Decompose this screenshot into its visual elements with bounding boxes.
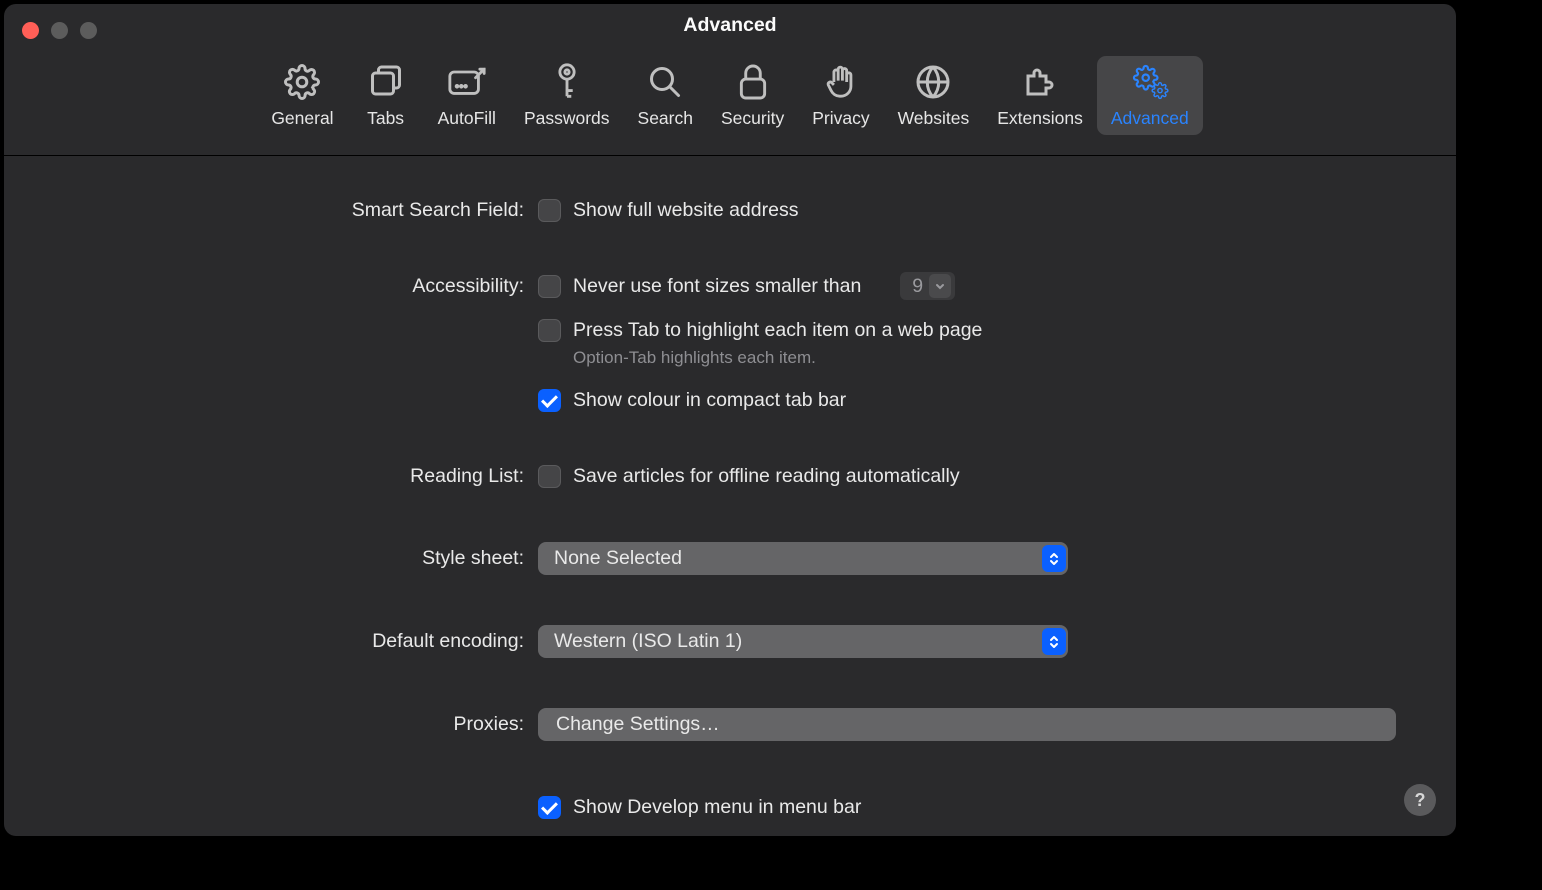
tab-passwords[interactable]: Passwords — [510, 56, 624, 135]
tab-label: Extensions — [997, 108, 1083, 129]
titlebar: Advanced — [4, 4, 1456, 50]
checkbox-save-offline[interactable] — [538, 465, 561, 488]
popup-value: Western (ISO Latin 1) — [554, 630, 742, 653]
gears-icon — [1130, 62, 1170, 102]
row-default-encoding: Default encoding: Western (ISO Latin 1) — [64, 625, 1396, 658]
tab-label: Privacy — [812, 108, 869, 129]
row-develop: Show Develop menu in menu bar — [64, 791, 1396, 823]
tab-search[interactable]: Search — [624, 56, 707, 135]
content-area: Smart Search Field: Show full website ad… — [4, 156, 1456, 836]
tab-label: Advanced — [1111, 108, 1189, 129]
checkbox-label: Press Tab to highlight each item on a we… — [573, 319, 982, 342]
tab-security[interactable]: Security — [707, 56, 798, 135]
row-proxies: Proxies: Change Settings… — [64, 708, 1396, 741]
search-icon — [645, 62, 685, 102]
checkbox-show-develop[interactable] — [538, 796, 561, 819]
tab-general[interactable]: General — [257, 56, 347, 135]
tabs-icon — [366, 62, 406, 102]
tab-label: General — [271, 108, 333, 129]
font-size-value: 9 — [912, 275, 923, 298]
row-style-sheet: Style sheet: None Selected — [64, 542, 1396, 575]
style-sheet-popup[interactable]: None Selected — [538, 542, 1068, 575]
row-reading-list: Reading List: Save articles for offline … — [64, 460, 1396, 492]
popup-value: None Selected — [554, 547, 682, 570]
lock-icon — [733, 62, 773, 102]
default-encoding-popup[interactable]: Western (ISO Latin 1) — [538, 625, 1068, 658]
hand-icon — [821, 62, 861, 102]
checkbox-never-font-smaller[interactable] — [538, 275, 561, 298]
popup-arrows-icon — [1042, 628, 1066, 655]
tab-label: Passwords — [524, 108, 610, 129]
row-label: Reading List: — [64, 460, 538, 490]
preferences-toolbar: General Tabs AutoFill Passwords Search — [4, 50, 1456, 156]
tab-websites[interactable]: Websites — [884, 56, 984, 135]
row-label: Smart Search Field: — [64, 194, 538, 224]
change-settings-button[interactable]: Change Settings… — [538, 708, 1396, 741]
popup-arrows-icon — [1042, 545, 1066, 572]
checkbox-press-tab[interactable] — [538, 319, 561, 342]
tab-label: AutoFill — [438, 108, 496, 129]
row-label: Style sheet: — [64, 542, 538, 572]
globe-icon — [913, 62, 953, 102]
key-icon — [547, 62, 587, 102]
tab-tabs[interactable]: Tabs — [348, 56, 424, 135]
button-label: Change Settings… — [556, 713, 720, 736]
tab-privacy[interactable]: Privacy — [798, 56, 883, 135]
hint-text: Option-Tab highlights each item. — [573, 348, 1396, 368]
help-button[interactable]: ? — [1404, 784, 1436, 816]
checkbox-label: Never use font sizes smaller than — [573, 275, 861, 298]
help-icon: ? — [1415, 790, 1426, 811]
tab-extensions[interactable]: Extensions — [983, 56, 1097, 135]
tab-label: Websites — [898, 108, 970, 129]
tab-label: Search — [638, 108, 693, 129]
row-smart-search: Smart Search Field: Show full website ad… — [64, 194, 1396, 226]
puzzle-icon — [1020, 62, 1060, 102]
checkbox-label: Show full website address — [573, 199, 798, 222]
gear-icon — [282, 62, 322, 102]
tab-advanced[interactable]: Advanced — [1097, 56, 1203, 135]
tab-label: Security — [721, 108, 784, 129]
row-label: Accessibility: — [64, 270, 538, 300]
row-label: Default encoding: — [64, 625, 538, 655]
checkbox-show-colour[interactable] — [538, 389, 561, 412]
preferences-window: Advanced General Tabs AutoFill Password — [4, 4, 1456, 836]
chevron-down-icon — [929, 274, 951, 298]
checkbox-label: Show colour in compact tab bar — [573, 389, 846, 412]
tab-autofill[interactable]: AutoFill — [424, 56, 510, 135]
checkbox-show-full-address[interactable] — [538, 199, 561, 222]
checkbox-label: Save articles for offline reading automa… — [573, 465, 960, 488]
font-size-select[interactable]: 9 — [899, 271, 956, 301]
checkbox-label: Show Develop menu in menu bar — [573, 796, 861, 819]
autofill-icon — [447, 62, 487, 102]
row-label: Proxies: — [64, 708, 538, 738]
row-label — [64, 791, 538, 793]
row-accessibility: Accessibility: Never use font sizes smal… — [64, 270, 1396, 416]
window-title: Advanced — [4, 14, 1456, 37]
tab-label: Tabs — [367, 108, 404, 129]
